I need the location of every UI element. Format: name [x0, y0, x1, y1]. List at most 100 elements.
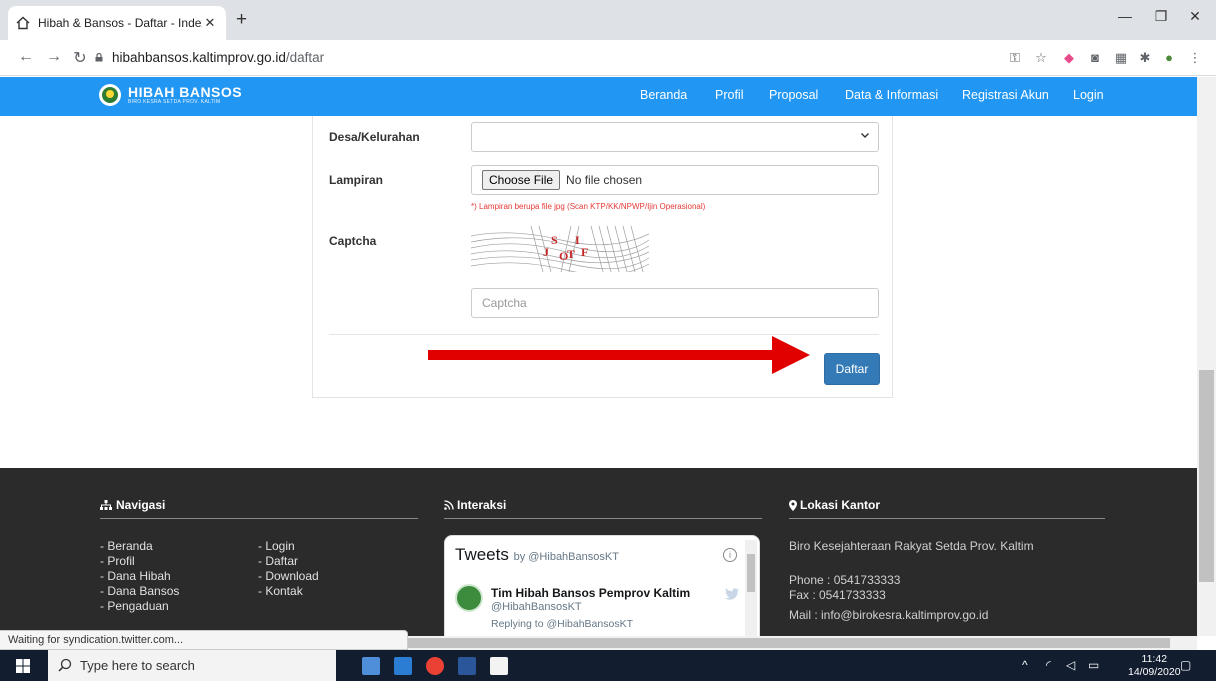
lokasi-heading: Lokasi Kantor: [789, 498, 880, 512]
nav-beranda[interactable]: Beranda: [640, 88, 687, 102]
close-tab-icon[interactable]: ✕: [202, 15, 218, 31]
lampiran-hint: *) Lampiran berupa file jpg (Scan KTP/KK…: [471, 202, 706, 211]
daftar-submit-button[interactable]: Daftar: [824, 353, 880, 385]
chevron-up-icon[interactable]: ^: [1022, 658, 1028, 672]
windows-start-icon[interactable]: [16, 659, 30, 673]
forward-icon[interactable]: →: [44, 48, 64, 66]
page-vertical-scroll-thumb[interactable]: [1199, 370, 1214, 582]
footer-link-beranda[interactable]: - Beranda: [100, 539, 153, 553]
close-window-icon[interactable]: ✕: [1180, 8, 1210, 25]
tweets-by[interactable]: by @HibahBansosKT: [514, 551, 619, 563]
camera-icon[interactable]: ◙: [1086, 50, 1104, 65]
notifications-icon[interactable]: ▢: [1180, 658, 1191, 672]
captcha-char: I: [575, 233, 580, 247]
nav-data-informasi[interactable]: Data & Informasi: [845, 88, 938, 102]
twitter-bird-icon[interactable]: [725, 588, 739, 600]
captcha-image: J S O T I F: [471, 226, 649, 272]
file-explorer-icon[interactable]: [362, 657, 380, 675]
site-logo[interactable]: HIBAH BANSOS BIRO KESRA SETDA PROV. KALT…: [98, 83, 242, 107]
new-tab-button[interactable]: +: [236, 10, 247, 29]
lampiran-file-input[interactable]: Choose File No file chosen: [471, 165, 879, 195]
restore-icon[interactable]: ❐: [1146, 8, 1176, 25]
lampiran-label: Lampiran: [329, 173, 384, 187]
navigasi-divider: [100, 518, 418, 519]
footer-link-profil[interactable]: - Profil: [100, 554, 135, 568]
site-navbar: HIBAH BANSOS BIRO KESRA SETDA PROV. KALT…: [0, 77, 1197, 116]
chevron-down-icon: [861, 133, 869, 138]
tweet-author-name[interactable]: Tim Hibah Bansos Pemprov Kaltim: [491, 586, 690, 600]
taskbar-search-box[interactable]: Type here to search: [48, 650, 336, 681]
minimize-icon[interactable]: —: [1110, 8, 1140, 24]
clock-time: 11:42: [1141, 653, 1168, 665]
tweet-avatar[interactable]: [455, 584, 483, 612]
office-fax: Fax : 0541733333: [789, 588, 886, 602]
nav-profil[interactable]: Profil: [715, 88, 743, 102]
sitemap-icon: [100, 500, 112, 510]
nav-login[interactable]: Login: [1073, 88, 1104, 102]
address-bar[interactable]: hibahbansos.kaltimprov.go.id/daftar: [112, 50, 324, 65]
office-mail: Mail : info@birokesra.kaltimprov.go.id: [789, 608, 989, 622]
volume-icon[interactable]: ◁: [1066, 658, 1075, 672]
captcha-char: J: [543, 245, 549, 259]
word-icon[interactable]: [458, 657, 476, 675]
tweets-title: Tweets by @HibahBansosKT: [455, 545, 619, 565]
navigasi-heading: Navigasi: [100, 498, 165, 512]
taskbar-clock[interactable]: 11:42 14/09/2020: [1128, 653, 1181, 679]
chrome-icon[interactable]: [426, 657, 444, 675]
mail-icon[interactable]: [394, 657, 412, 675]
logo-title: HIBAH BANSOS: [128, 83, 243, 100]
twitter-timeline-widget[interactable]: Tweets by @HibahBansosKT i Tim Hibah Ban…: [444, 535, 760, 636]
battery-icon[interactable]: ▭: [1088, 658, 1099, 672]
interaksi-divider: [444, 518, 762, 519]
footer-link-dana-hibah[interactable]: - Dana Hibah: [100, 569, 171, 583]
interaksi-heading-text: Interaksi: [457, 498, 507, 512]
nav-registrasi-akun[interactable]: Registrasi Akun: [962, 88, 1049, 102]
footer-link-dana-bansos[interactable]: - Dana Bansos: [100, 584, 179, 598]
footer-link-login[interactable]: - Login: [258, 539, 295, 553]
choose-file-button[interactable]: Choose File: [482, 170, 561, 190]
browser-tab[interactable]: Hibah & Bansos - Daftar - Index ✕: [8, 6, 226, 40]
footer-link-daftar[interactable]: - Daftar: [258, 554, 298, 568]
captcha-char: F: [581, 245, 588, 259]
page-horizontal-scroll-thumb[interactable]: [400, 638, 1170, 648]
desa-select[interactable]: [471, 122, 879, 152]
tweets-scroll-thumb[interactable]: [747, 554, 755, 592]
puzzle-icon[interactable]: ✱: [1136, 50, 1154, 66]
reload-icon[interactable]: ↻: [70, 48, 90, 68]
star-icon[interactable]: ☆: [1032, 50, 1050, 66]
info-icon[interactable]: i: [723, 548, 737, 562]
browser-tab-bar: Hibah & Bansos - Daftar - Index ✕ + — ❐ …: [0, 0, 1216, 40]
captcha-char: S: [551, 233, 558, 247]
footer-link-download[interactable]: - Download: [258, 569, 319, 583]
footer-link-pengaduan[interactable]: - Pengaduan: [100, 599, 169, 613]
menu-dots-icon[interactable]: ⋮: [1186, 50, 1204, 66]
captcha-label: Captcha: [329, 234, 377, 248]
store-icon[interactable]: [490, 657, 508, 675]
nav-proposal[interactable]: Proposal: [769, 88, 818, 102]
office-name: Biro Kesejahteraan Rakyat Setda Prov. Ka…: [789, 539, 1034, 553]
browser-toolbar: ← → ↻ hibahbansos.kaltimprov.go.id/dafta…: [0, 40, 1216, 76]
avatar-icon[interactable]: ●: [1160, 50, 1178, 65]
tweet-author-handle[interactable]: @HibahBansosKT: [491, 601, 582, 613]
search-icon: [58, 658, 72, 672]
clock-date: 14/09/2020: [1128, 666, 1181, 678]
map-marker-icon: [789, 499, 797, 511]
qr-icon[interactable]: ▦: [1112, 50, 1130, 66]
wifi-icon[interactable]: ◜: [1046, 658, 1051, 672]
interaksi-heading: Interaksi: [444, 498, 506, 512]
desa-label: Desa/Kelurahan: [329, 130, 420, 144]
lock-icon: [95, 53, 103, 62]
no-file-text: No file chosen: [566, 173, 643, 187]
rss-icon: [444, 500, 454, 510]
captcha-input[interactable]: Captcha: [471, 288, 879, 318]
back-icon[interactable]: ←: [16, 48, 36, 66]
footer-link-kontak[interactable]: - Kontak: [258, 584, 303, 598]
key-icon[interactable]: ⚿: [1006, 50, 1024, 66]
home-icon: [16, 16, 30, 30]
logo-subtitle: BIRO KESRA SETDA PROV. KALTIM: [128, 98, 221, 105]
navigasi-heading-text: Navigasi: [116, 498, 166, 512]
extension-icon[interactable]: ◆: [1060, 50, 1078, 66]
lokasi-heading-text: Lokasi Kantor: [800, 498, 881, 512]
tweet-reply-text: Replying to @HibahBansosKT: [491, 618, 633, 630]
browser-status-bar: Waiting for syndication.twitter.com...: [0, 630, 408, 650]
